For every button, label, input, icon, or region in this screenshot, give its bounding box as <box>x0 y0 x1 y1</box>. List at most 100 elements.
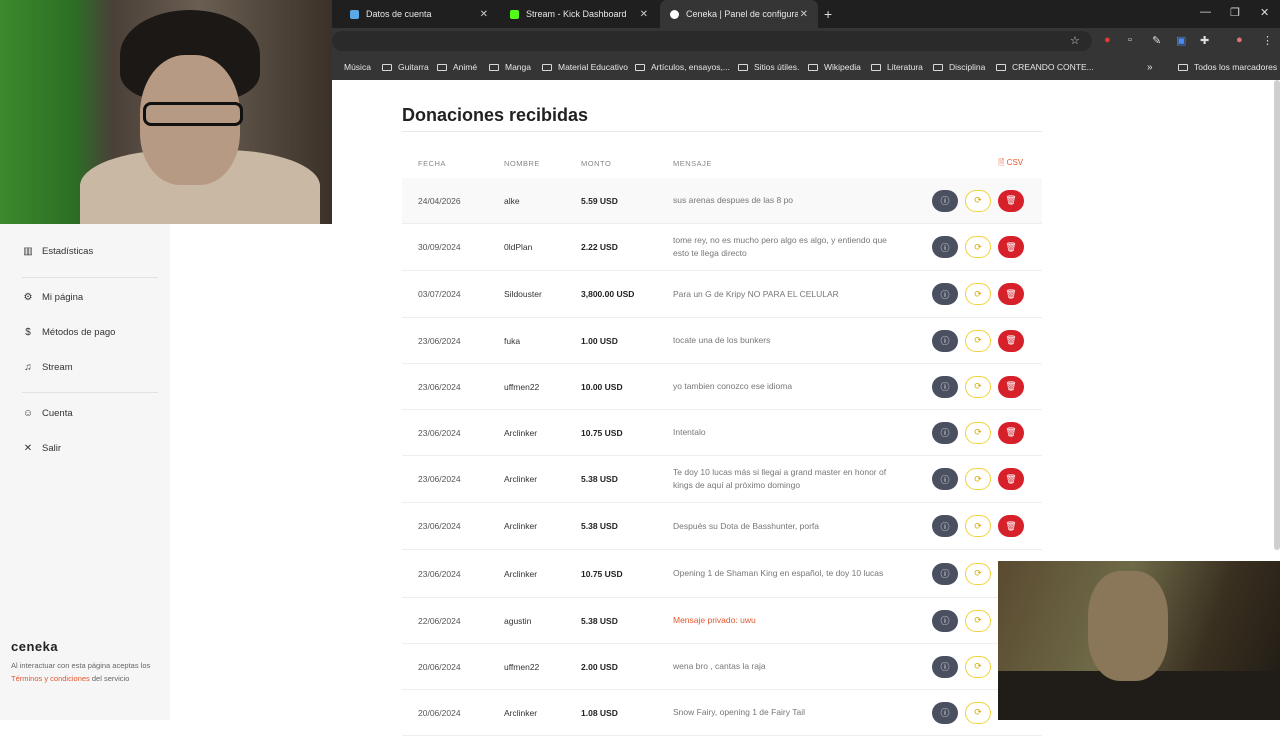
extension-icon[interactable]: ● <box>1104 34 1111 46</box>
bookmark-label: Música <box>344 62 371 72</box>
delete-button[interactable]: 🗑 <box>998 515 1024 537</box>
close-tab-icon[interactable]: ✕ <box>640 9 648 20</box>
donation-date: 23/06/2024 <box>418 521 461 531</box>
minimize-icon[interactable]: — <box>1200 6 1211 18</box>
new-tab-button[interactable]: + <box>824 6 832 22</box>
star-icon[interactable]: ☆ <box>1070 34 1080 47</box>
donation-message: yo tambien conozco ese idioma <box>673 381 793 391</box>
folder-icon <box>382 63 392 71</box>
replay-button[interactable]: ⟳ <box>965 283 991 305</box>
bookmark-label: Sitios útiles. <box>754 62 800 72</box>
table-row: 20/06/2024 Arclinker 1.08 USD Snow Fairy, o… <box>402 690 1042 736</box>
info-button[interactable]: ⓘ <box>932 468 958 490</box>
sidebar-item-metodos-de-pago[interactable]: $ Métodos de pago <box>22 327 115 338</box>
replay-button[interactable]: ⟳ <box>965 515 991 537</box>
info-button[interactable]: ⓘ <box>932 609 958 632</box>
delete-button[interactable]: 🗑 <box>998 283 1024 305</box>
info-button[interactable]: ⓘ <box>932 515 958 537</box>
puzzle-icon[interactable]: ✚ <box>1200 34 1209 47</box>
close-tab-icon[interactable]: ✕ <box>480 9 488 20</box>
sidebar-item-cuenta[interactable]: ☺ Cuenta <box>22 408 73 419</box>
folder-icon <box>738 63 748 71</box>
delete-button[interactable]: 🗑 <box>998 468 1024 490</box>
delete-button[interactable]: 🗑 <box>998 189 1024 212</box>
tab-datos-de-cuenta[interactable]: Datos de cuenta ✕ <box>340 0 498 28</box>
avatar[interactable]: ● <box>1236 34 1243 46</box>
donation-message: sus arenas despues de las 8 po <box>673 195 794 205</box>
donation-amount: 2.22 USD <box>581 242 618 252</box>
info-button[interactable]: ⓘ <box>932 421 958 444</box>
terms-link[interactable]: Términos y condiciones <box>11 674 90 683</box>
donation-date: 20/06/2024 <box>418 661 461 672</box>
bookmark-sitios-utiles[interactable]: Sitios útiles. <box>738 54 799 80</box>
user-icon: ☺ <box>22 408 34 419</box>
sidebar-item-estadisticas[interactable]: ▥ Estadísticas <box>22 246 93 257</box>
bookmark-wikipedia[interactable]: Wikipedia <box>808 54 861 80</box>
table-row: 23/06/2024 fuka 1.00 USD tocate una de los … <box>402 318 1042 364</box>
info-button[interactable]: ⓘ <box>932 329 958 352</box>
restore-icon[interactable]: ❐ <box>1230 6 1240 19</box>
bookmark-musica[interactable]: Música <box>332 54 371 80</box>
info-button[interactable]: ⓘ <box>932 283 958 305</box>
bookmark-guitarra[interactable]: Guitarra <box>382 54 429 80</box>
extension-icon[interactable]: ▣ <box>1176 34 1186 47</box>
replay-button[interactable]: ⟳ <box>965 609 991 632</box>
close-window-icon[interactable]: ✕ <box>1260 6 1269 19</box>
divider <box>22 392 158 393</box>
info-button[interactable]: ⓘ <box>932 189 958 212</box>
tab-ceneka-panel[interactable]: Ceneka | Panel de configuración ✕ <box>660 0 818 28</box>
info-button[interactable]: ⓘ <box>932 701 958 724</box>
replay-button[interactable]: ⟳ <box>965 189 991 212</box>
close-tab-icon[interactable]: ✕ <box>800 9 808 20</box>
divider <box>402 131 1042 132</box>
menu-icon[interactable]: ⋮ <box>1262 34 1273 47</box>
page-title: Donaciones recibidas <box>402 105 589 125</box>
info-button[interactable]: ⓘ <box>932 562 958 585</box>
info-button[interactable]: ⓘ <box>932 375 958 398</box>
replay-button[interactable]: ⟳ <box>965 701 991 724</box>
delete-button[interactable]: 🗑 <box>998 421 1024 444</box>
extension-icon[interactable]: ✎ <box>1152 34 1161 47</box>
info-button[interactable]: ⓘ <box>932 236 958 258</box>
replay-button[interactable]: ⟳ <box>965 468 991 490</box>
replay-button[interactable]: ⟳ <box>965 375 991 398</box>
delete-button[interactable]: 🗑 <box>998 236 1024 258</box>
delete-button[interactable]: 🗑 <box>998 375 1024 398</box>
divider <box>22 277 158 278</box>
sidebar-item-salir[interactable]: ✕ Salir <box>22 443 61 454</box>
scrollbar[interactable] <box>1274 80 1280 550</box>
sidebar-item-label: Mi página <box>42 292 84 303</box>
bookmark-manga[interactable]: Manga <box>489 54 531 80</box>
more-bookmarks-button[interactable]: » <box>1147 54 1153 80</box>
info-button[interactable]: ⓘ <box>932 655 958 678</box>
extension-icon[interactable]: ▫ <box>1128 34 1132 46</box>
sidebar-item-label: Métodos de pago <box>42 327 116 338</box>
donor-name: fuka <box>504 335 521 346</box>
webcam-overlay <box>0 0 332 224</box>
bookmark-articulos[interactable]: Artículos, ensayos,... <box>635 54 730 80</box>
csv-export-button[interactable]: 🗎 CSV <box>998 157 1023 171</box>
kick-icon <box>510 9 519 19</box>
delete-button[interactable]: 🗑 <box>998 329 1024 352</box>
replay-button[interactable]: ⟳ <box>965 562 991 585</box>
bookmark-creando-contenido[interactable]: CREANDO CONTE... <box>996 54 1094 80</box>
donation-amount: 5.38 USD <box>581 474 618 484</box>
tab-kick-dashboard[interactable]: Stream - Kick Dashboard ✕ <box>500 0 658 28</box>
all-bookmarks[interactable]: Todos los marcadores <box>1178 54 1277 80</box>
ceneka-icon <box>670 9 679 19</box>
bookmark-literatura[interactable]: Literatura <box>871 54 923 80</box>
replay-button[interactable]: ⟳ <box>965 236 991 258</box>
bookmark-disciplina[interactable]: Disciplina <box>933 54 985 80</box>
donation-date: 22/06/2024 <box>418 615 461 626</box>
webcam-overlay <box>998 561 1280 720</box>
replay-button[interactable]: ⟳ <box>965 329 991 352</box>
address-bar[interactable] <box>332 31 1092 51</box>
table-row: 24/04/2026 alke 5.59 USD sus arenas despues… <box>402 178 1042 224</box>
replay-button[interactable]: ⟳ <box>965 421 991 444</box>
sidebar-item-stream[interactable]: ♫ Stream <box>22 362 72 373</box>
bookmark-material-educativo[interactable]: Material Educativo <box>542 54 628 80</box>
donation-amount: 1.00 USD <box>581 335 618 346</box>
replay-button[interactable]: ⟳ <box>965 655 991 678</box>
sidebar-item-mi-pagina[interactable]: ⚙ Mi página <box>22 292 84 303</box>
bookmark-anime[interactable]: Animé <box>437 54 477 80</box>
